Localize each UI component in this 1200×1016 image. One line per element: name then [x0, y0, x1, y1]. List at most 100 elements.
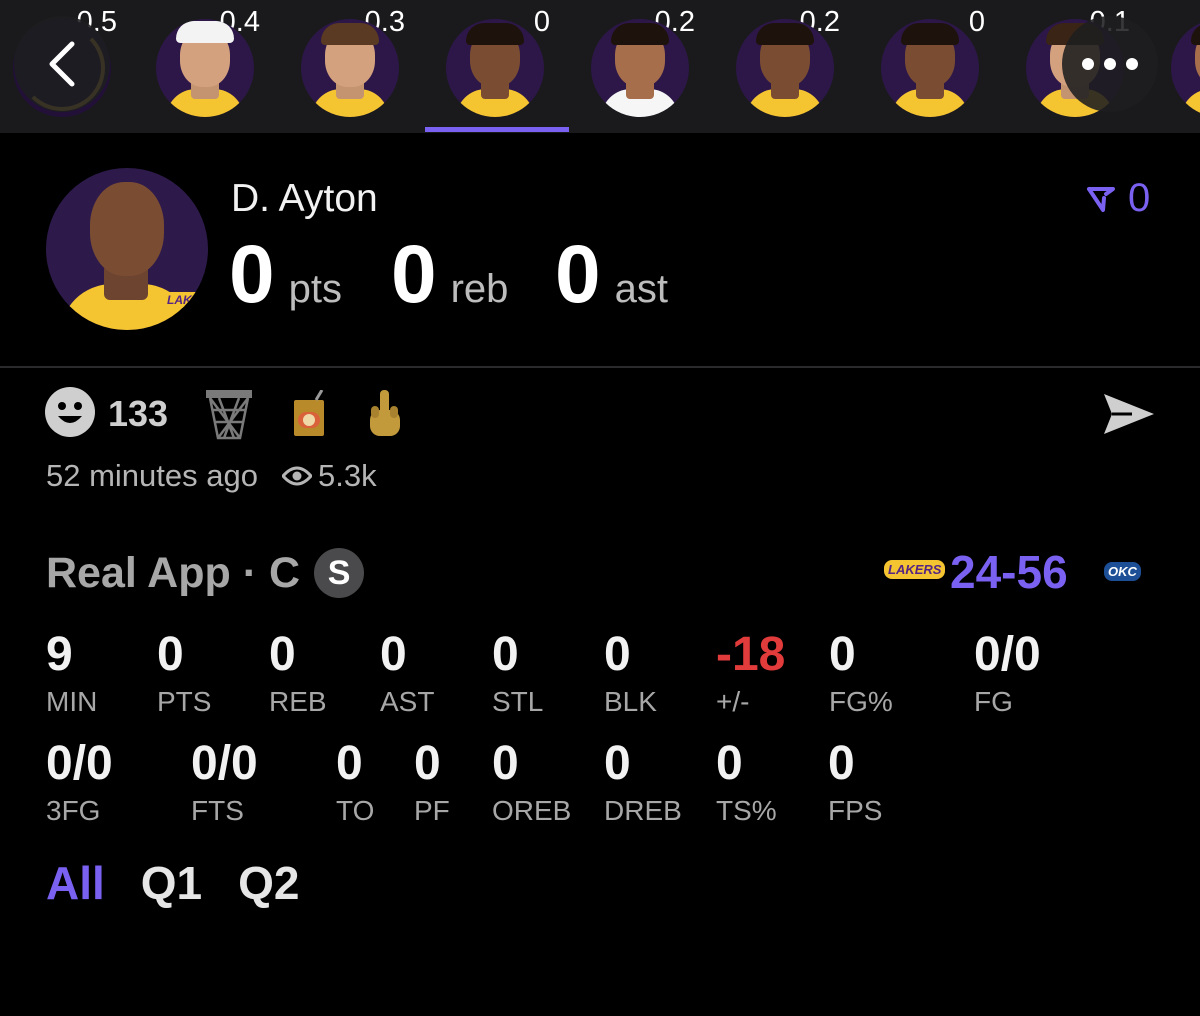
- reaction-count: 133: [108, 393, 169, 434]
- stat-value: 0: [604, 737, 631, 790]
- stat-label: OREB: [492, 795, 572, 826]
- downvote-arrow-icon: [1087, 186, 1115, 212]
- assists-summary: 0 ast: [555, 228, 668, 322]
- player-avatar: [1171, 19, 1200, 117]
- view-count-value: 5.3k: [317, 458, 377, 493]
- stat-value: 0: [336, 737, 363, 790]
- player-strip: 0.5 0.4 0.3 0 0.2 0.2 0 -0.1: [0, 0, 1200, 133]
- stat-label: FG%: [829, 686, 893, 717]
- player-slot[interactable]: 0.3: [288, 0, 433, 133]
- stat-min: 9 MIN: [46, 628, 97, 718]
- stat-value: 0/0: [46, 737, 113, 790]
- reactions-bar: 133: [44, 386, 442, 442]
- starter-badge: S: [314, 548, 365, 598]
- player-avatar: [301, 19, 399, 117]
- period-tabs: All Q1 Q2: [46, 856, 300, 910]
- time-ago: 52 minutes ago: [46, 458, 258, 493]
- tab-q2[interactable]: Q2: [238, 856, 299, 910]
- tab-all[interactable]: All: [46, 856, 105, 910]
- rebounds-label: reb: [450, 267, 509, 311]
- eye-icon: [281, 466, 312, 486]
- stat-stl: 0 STL: [492, 628, 543, 718]
- stat-value: 9: [46, 628, 73, 681]
- game-title: Real App · C S: [46, 548, 365, 598]
- vote-count: 0: [1128, 176, 1151, 220]
- stat-value: 0: [269, 628, 296, 681]
- points-summary: 0 pts: [229, 228, 342, 322]
- player-score: 0: [968, 6, 985, 38]
- selected-player-indicator: [425, 127, 569, 132]
- app-position-label: Real App · C: [46, 548, 301, 597]
- stat-label: PF: [414, 795, 450, 826]
- assists-value: 0: [555, 229, 601, 320]
- team-logo: LAKERS: [164, 292, 208, 308]
- thunder-logo: OKC: [1104, 562, 1141, 581]
- player-avatar: [156, 19, 254, 117]
- player-avatar: [881, 19, 979, 117]
- back-button[interactable]: [14, 16, 110, 112]
- stat-pts: 0 PTS: [157, 628, 211, 718]
- stat-label: REB: [269, 686, 327, 717]
- player-photo: LAKERS: [46, 168, 208, 330]
- stat-pf: 0 PF: [414, 737, 450, 827]
- player-slot[interactable]: 0.2: [723, 0, 868, 133]
- stat-label: FG: [974, 686, 1013, 717]
- game-score[interactable]: 24-56: [950, 545, 1068, 599]
- stat-dreb: 0 DREB: [604, 737, 682, 827]
- stat-value: 0: [604, 628, 631, 681]
- stat-label: STL: [492, 686, 544, 717]
- more-options-button[interactable]: [1062, 16, 1158, 112]
- stat-plus-minus: -18 +/-: [716, 628, 785, 718]
- view-count: 5.3k: [281, 458, 377, 494]
- stat-blk: 0 BLK: [604, 628, 657, 718]
- stat-label: FTS: [191, 795, 244, 826]
- stat-value: 0: [414, 737, 441, 790]
- smiley-icon[interactable]: [44, 386, 96, 443]
- stat-label: DREB: [604, 795, 682, 826]
- stat-label: PTS: [157, 686, 212, 717]
- player-slot[interactable]: 0: [868, 0, 1013, 133]
- section-divider: [0, 366, 1200, 368]
- basketball-hoop-icon[interactable]: [204, 388, 254, 440]
- points-label: pts: [288, 267, 342, 311]
- stat-fps: 0 FPS: [828, 737, 882, 827]
- player-slot-selected[interactable]: 0: [433, 0, 578, 133]
- tab-q1[interactable]: Q1: [141, 856, 202, 910]
- player-slot[interactable]: 0.2: [578, 0, 723, 133]
- player-slot[interactable]: [1158, 0, 1200, 133]
- post-meta: 52 minutes ago 5.3k: [46, 458, 377, 494]
- middle-finger-icon[interactable]: [364, 388, 404, 440]
- player-avatar: [446, 19, 544, 117]
- more-dots-icon: [1082, 58, 1138, 70]
- send-icon: [1104, 394, 1154, 434]
- stat-label: TS%: [716, 795, 777, 826]
- player-slot[interactable]: 0.4: [143, 0, 288, 133]
- player-name: D. Ayton: [231, 177, 378, 220]
- stat-value: 0: [716, 737, 743, 790]
- player-score: 0: [533, 6, 550, 38]
- stat-oreb: 0 OREB: [492, 737, 571, 827]
- stat-label: TO: [336, 795, 375, 826]
- stat-ast: 0 AST: [380, 628, 434, 718]
- stat-value: 0: [828, 737, 855, 790]
- player-avatar: [591, 19, 689, 117]
- stat-value: -18: [716, 628, 786, 681]
- stat-label: FPS: [828, 795, 883, 826]
- stat-fg-pct: 0 FG%: [829, 628, 893, 718]
- chevron-left-icon: [49, 41, 75, 87]
- stat-value: 0: [492, 737, 519, 790]
- vote-button[interactable]: 0: [1086, 176, 1150, 221]
- stat-label: +/-: [716, 686, 750, 717]
- stat-label: BLK: [604, 686, 657, 717]
- assists-label: ast: [614, 267, 668, 311]
- stat-label: AST: [380, 686, 435, 717]
- share-button[interactable]: [1102, 392, 1156, 441]
- stat-value: 0: [157, 628, 184, 681]
- juice-box-icon[interactable]: [292, 390, 326, 438]
- stat-to: 0 TO: [336, 737, 374, 827]
- stat-3fg: 0/0 3FG: [46, 737, 113, 827]
- lakers-logo: LAKERS: [884, 560, 946, 579]
- stat-value: 0/0: [191, 737, 258, 790]
- player-avatar: [736, 19, 834, 117]
- points-value: 0: [229, 229, 275, 320]
